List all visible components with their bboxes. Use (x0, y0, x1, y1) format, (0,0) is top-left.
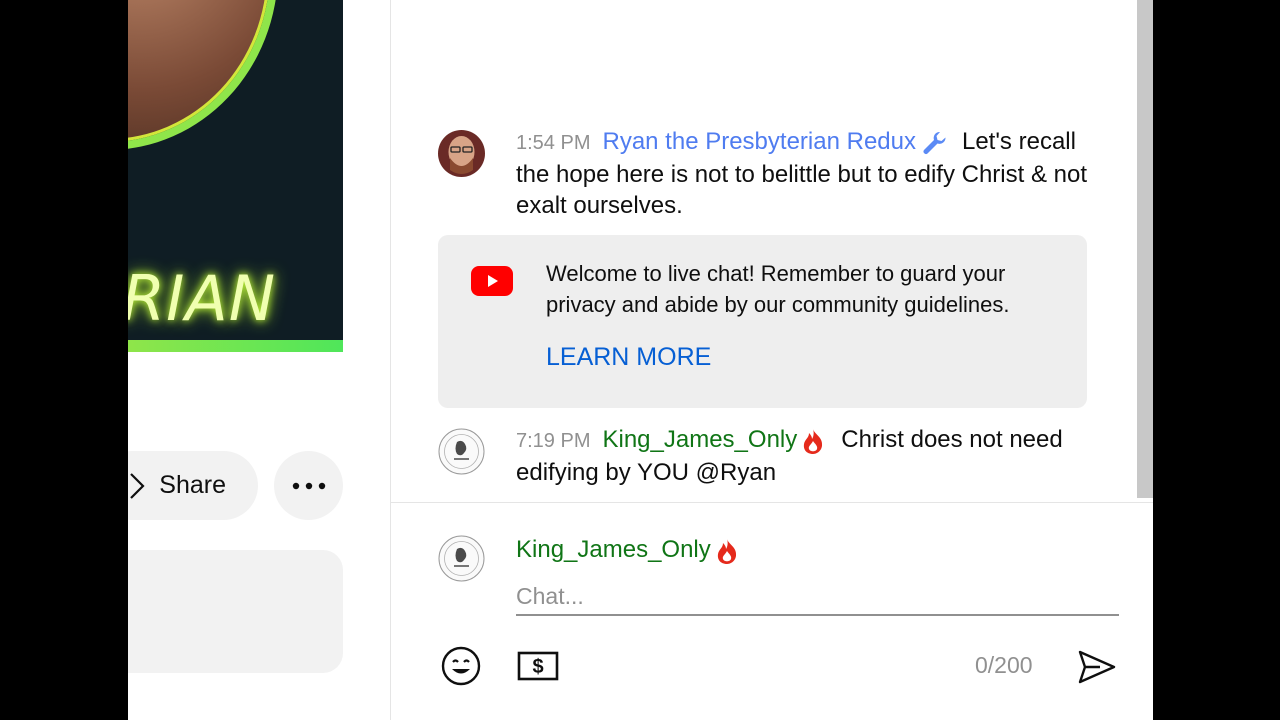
svg-text:$: $ (532, 656, 543, 678)
avatar-photo (438, 130, 485, 177)
fire-icon (717, 538, 736, 564)
composer-username: King_James_Only (516, 536, 741, 565)
message-author[interactable]: Ryan the Presbyterian Redux (602, 128, 916, 155)
avatar[interactable] (438, 130, 485, 177)
send-button[interactable] (1076, 646, 1118, 688)
fire-icon (804, 428, 823, 454)
send-icon (1078, 650, 1116, 684)
live-chat-panel: 1:54 PM Ryan the Presbyterian Redux Let's… (390, 0, 1153, 720)
chat-scrollbar[interactable] (1137, 0, 1153, 498)
composer-divider (391, 502, 1153, 503)
composer-username-text: King_James_Only (516, 536, 711, 563)
welcome-text: Welcome to live chat! Remember to guard … (546, 261, 1010, 317)
message-timestamp: 7:19 PM (516, 430, 591, 452)
welcome-banner: Welcome to live chat! Remember to guard … (438, 235, 1087, 408)
more-actions-button[interactable] (274, 451, 343, 520)
emoji-icon (441, 646, 481, 686)
super-chat-button[interactable]: $ (517, 651, 559, 681)
character-counter: 0/200 (975, 652, 1033, 678)
chat-input[interactable] (516, 578, 1119, 616)
share-label: Share (159, 471, 226, 499)
page: RIAN Share 1:54 PM Ryan the Presbyterian… (128, 0, 1153, 720)
emoji-button[interactable] (440, 645, 482, 687)
message-author[interactable]: King_James_Only (602, 426, 797, 453)
chat-message: 7:19 PM King_James_Only Christ does not n… (438, 424, 1090, 488)
learn-more-link[interactable]: LEARN MORE (546, 343, 711, 372)
thumbnail-title: RIAN (128, 262, 277, 335)
avatar-seal (438, 535, 485, 582)
wrench-icon (923, 131, 946, 154)
more-horiz-icon (292, 482, 325, 489)
chat-message: 1:54 PM Ryan the Presbyterian Redux Let's… (438, 126, 1090, 221)
video-column: RIAN Share (128, 0, 390, 720)
share-arrow-icon (130, 472, 145, 499)
youtube-logo-icon (471, 266, 513, 296)
share-button[interactable]: Share (128, 451, 258, 520)
my-avatar (438, 535, 485, 582)
avatar[interactable] (438, 428, 485, 475)
thumbnail-accent-bar (128, 340, 343, 352)
message-timestamp: 1:54 PM (516, 132, 591, 154)
dollar-bill-icon: $ (517, 651, 559, 681)
video-thumbnail[interactable]: RIAN (128, 0, 343, 352)
avatar-seal (438, 428, 485, 475)
description-box[interactable] (128, 550, 343, 673)
glow-ring (128, 0, 278, 150)
